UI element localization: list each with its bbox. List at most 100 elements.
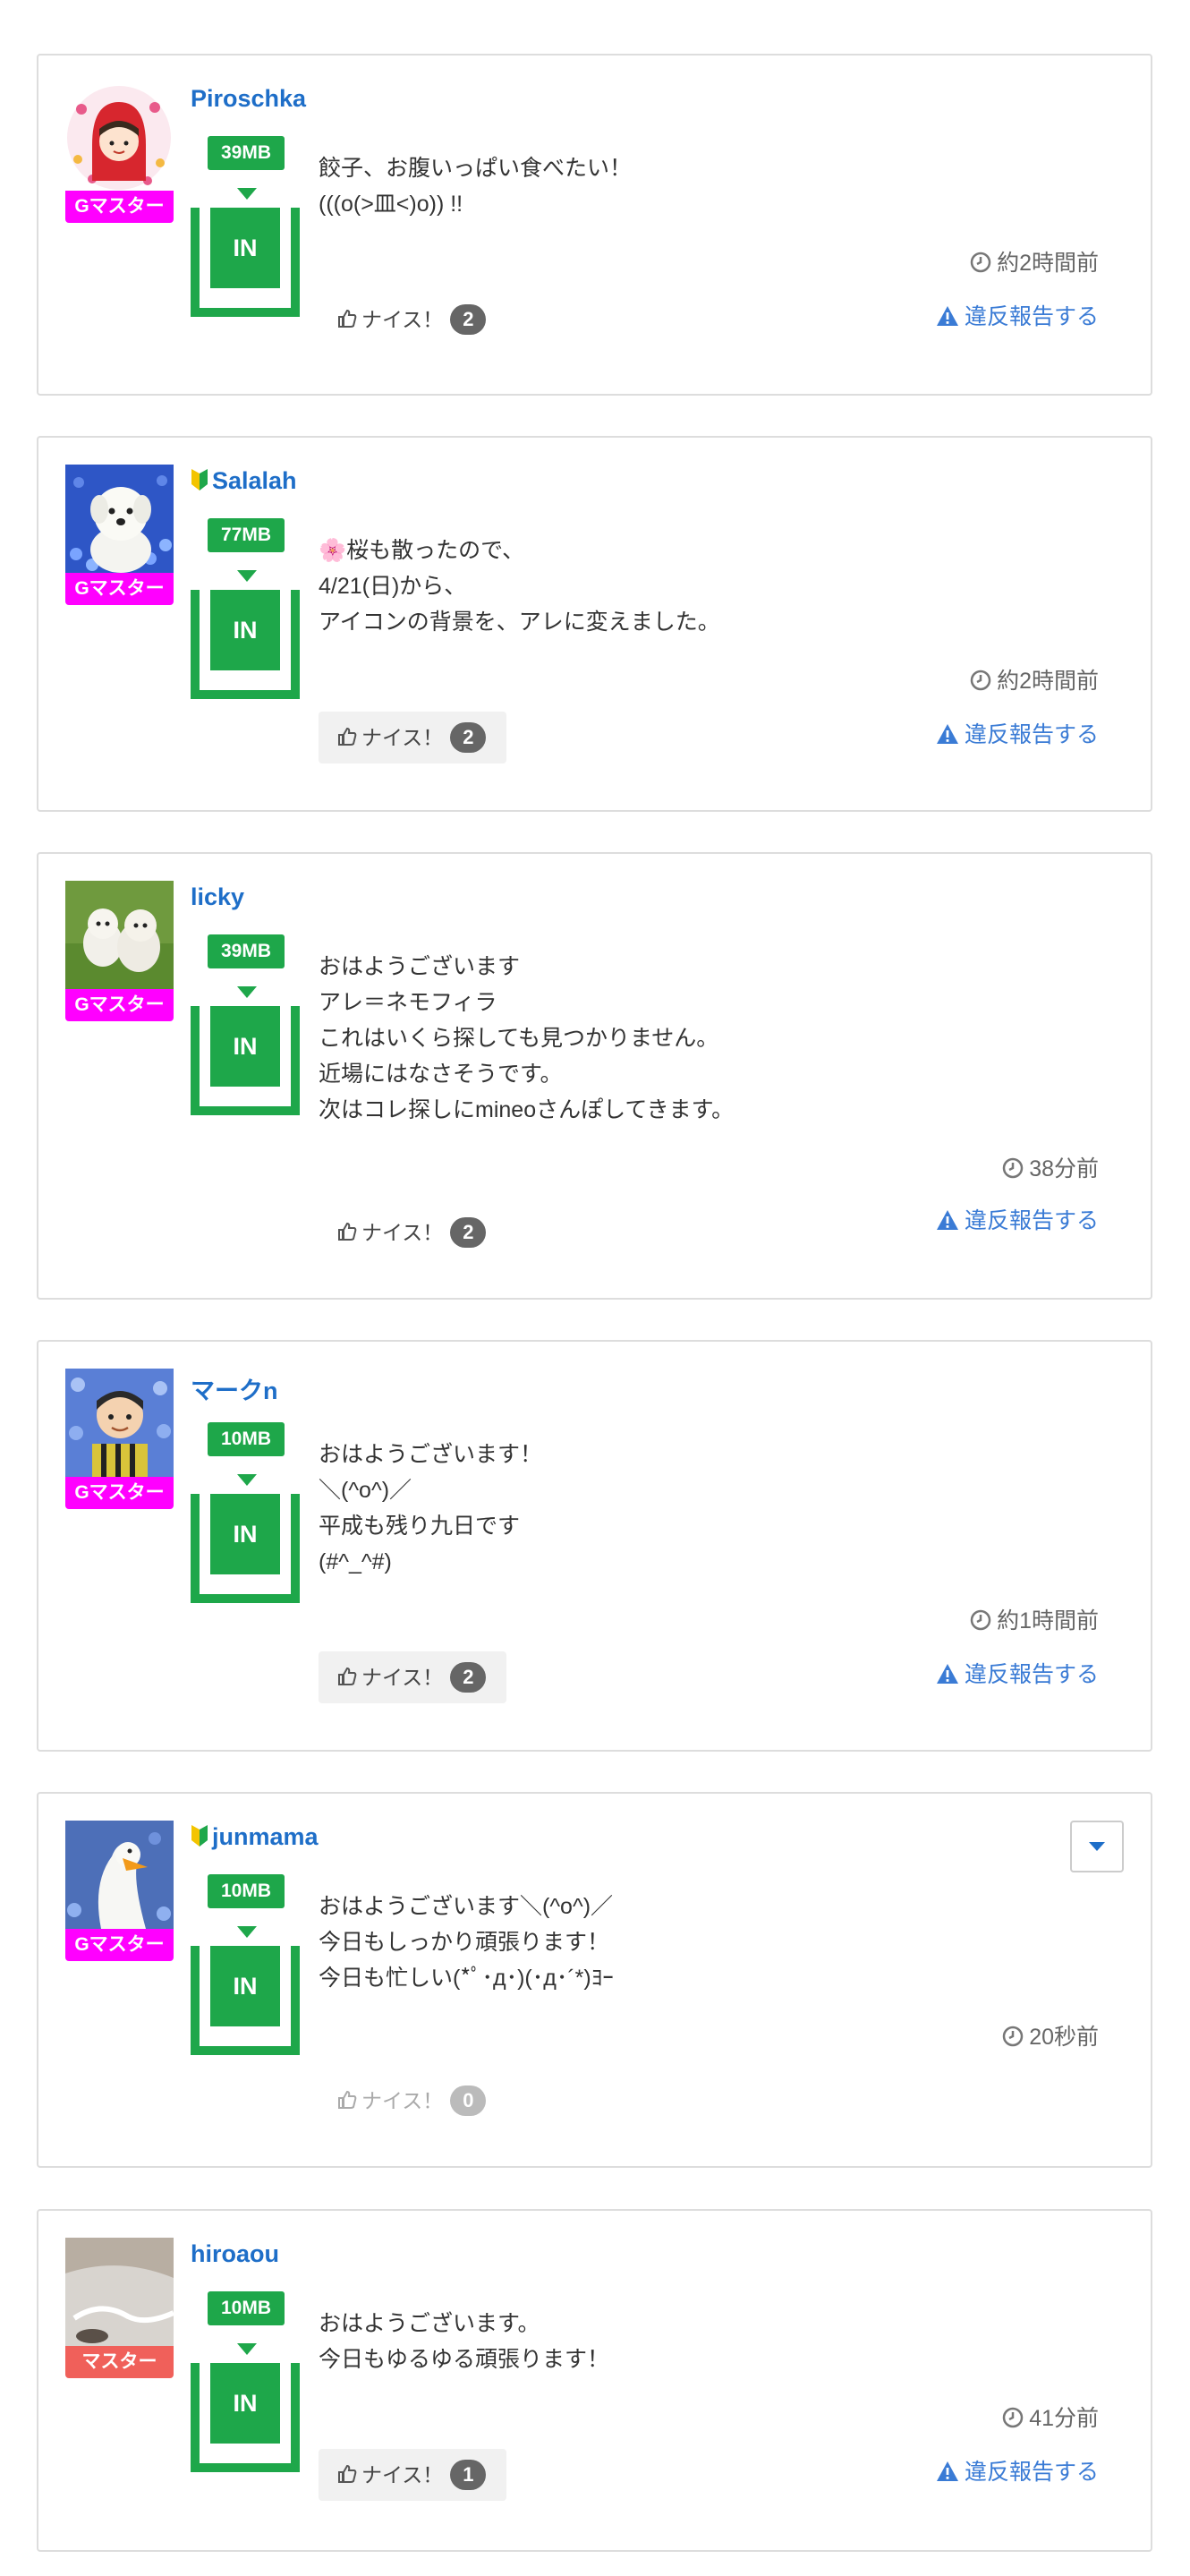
rank-badge: Gマスター <box>65 191 174 223</box>
data-size-tag: 10MB <box>208 2291 285 2325</box>
user-avatar[interactable] <box>65 465 174 573</box>
username-text[interactable]: マークn <box>191 1378 278 1404</box>
username-text[interactable]: Piroschka <box>191 85 306 112</box>
nice-label: ナイス！ <box>361 1666 444 1689</box>
report-text[interactable]: 違反報告する <box>965 722 1099 747</box>
nice-count: 2 <box>450 1662 487 1693</box>
nice-label: ナイス！ <box>361 726 444 749</box>
user-avatar[interactable] <box>65 881 174 989</box>
data-size-tag: 39MB <box>208 136 285 170</box>
post-time: 約2時間前 <box>970 245 1099 279</box>
arrow-down-icon <box>237 2343 257 2355</box>
user-avatar[interactable] <box>65 1821 174 1929</box>
report-link[interactable]: 違反報告する <box>936 2454 1099 2488</box>
username-link[interactable]: hiroaou <box>191 2240 279 2268</box>
post-card: Gマスター licky 39MB IN おはようございます アレ＝ネモフィラ こ… <box>37 852 1152 1300</box>
clock-icon <box>970 670 991 697</box>
report-link[interactable]: 違反報告する <box>936 1657 1099 1691</box>
arrow-down-icon <box>237 188 257 200</box>
post-card: マスター hiroaou 10MB IN おはようございます。 今日もゆるゆる頑… <box>37 2209 1152 2552</box>
post-card: Gマスター Salalah 77MB IN 🌸桜も散ったので、 4/21(日)か… <box>37 436 1152 812</box>
report-link[interactable]: 違反報告する <box>936 1203 1099 1237</box>
thumbs-up-icon <box>336 2452 358 2503</box>
nice-button[interactable]: ナイス！ 2 <box>319 712 506 763</box>
username-link[interactable]: junmama <box>191 1823 319 1854</box>
post-card: Gマスター マークn 10MB IN おはようございます！ ＼(^o^)／ 平成… <box>37 1340 1152 1752</box>
community-feed: Gマスター Piroschka 39MB IN 餃子、お腹いっぱい食べたい！ (… <box>0 0 1190 2576</box>
post-message: 餃子、お腹いっぱい食べたい！ (((o(>皿<)o)) !! <box>319 156 633 217</box>
username-text[interactable]: hiroaou <box>191 2240 279 2267</box>
report-text[interactable]: 違反報告する <box>965 2460 1099 2485</box>
time-text: 41分前 <box>1029 2406 1099 2431</box>
nice-button[interactable]: ナイス！ 2 <box>319 1207 506 1258</box>
time-text: 約1時間前 <box>997 1608 1099 1633</box>
post-time: 約2時間前 <box>970 663 1099 697</box>
post-message: おはようございます アレ＝ネモフィラ これはいくら探しても見つかりません。 近場… <box>319 954 735 1122</box>
warning-icon <box>936 1663 959 1691</box>
rank-badge: マスター <box>65 2346 174 2378</box>
in-indicator: IN <box>191 1494 300 1603</box>
user-avatar[interactable] <box>65 2238 174 2346</box>
post-time: 38分前 <box>1002 1151 1099 1185</box>
user-avatar[interactable] <box>65 82 174 191</box>
post-message: おはようございます！ ＼(^o^)／ 平成も残り九日です (#^_^#) <box>319 1442 543 1574</box>
post-menu-dropdown[interactable] <box>1070 1821 1124 1872</box>
username-text[interactable]: Salalah <box>212 467 297 494</box>
thumbs-up-icon <box>336 1209 358 1261</box>
username-link[interactable]: licky <box>191 883 244 911</box>
report-text[interactable]: 違反報告する <box>965 1662 1099 1687</box>
arrow-down-icon <box>237 986 257 998</box>
beginner-mark-icon <box>191 1824 208 1854</box>
nice-button[interactable]: ナイス！ 2 <box>319 294 506 345</box>
post-card: Gマスター Piroschka 39MB IN 餃子、お腹いっぱい食べたい！ (… <box>37 54 1152 396</box>
warning-icon <box>936 723 959 751</box>
post-message: おはようございます。 今日もゆるゆる頑張ります！ <box>319 2311 610 2372</box>
username-link[interactable]: マークn <box>191 1371 278 1406</box>
rank-badge: Gマスター <box>65 573 174 605</box>
post-time: 41分前 <box>1002 2401 1099 2435</box>
nice-count: 2 <box>450 304 487 335</box>
username-link[interactable]: Piroschka <box>191 85 306 113</box>
caret-down-icon <box>1089 1842 1105 1851</box>
post-message: おはようございます＼(^o^)／ 今日もしっかり頑張ります！ 今日も忙しい(*ﾟ… <box>319 1894 614 1991</box>
arrow-down-icon <box>237 1474 257 1486</box>
in-label: IN <box>210 208 280 288</box>
nice-label: ナイス！ <box>361 1221 444 1244</box>
thumbs-up-icon <box>336 714 358 766</box>
nice-label: ナイス！ <box>361 2463 444 2486</box>
clock-icon <box>970 252 991 279</box>
nice-button[interactable]: ナイス！ 2 <box>319 1651 506 1703</box>
data-size-tag: 10MB <box>208 1422 285 1456</box>
time-text: 約2時間前 <box>997 669 1099 694</box>
report-link[interactable]: 違反報告する <box>936 717 1099 751</box>
in-indicator: IN <box>191 208 300 317</box>
username-text[interactable]: junmama <box>212 1823 319 1850</box>
in-label: IN <box>210 590 280 670</box>
post-time: 20秒前 <box>1002 2019 1099 2053</box>
clock-icon <box>970 1609 991 1637</box>
report-link[interactable]: 違反報告する <box>936 299 1099 333</box>
warning-icon <box>936 1209 959 1237</box>
in-label: IN <box>210 1006 280 1087</box>
clock-icon <box>1002 2026 1024 2053</box>
in-indicator: IN <box>191 2363 300 2472</box>
report-text[interactable]: 違反報告する <box>965 1208 1099 1233</box>
report-text[interactable]: 違反報告する <box>965 304 1099 329</box>
nice-button[interactable]: ナイス！ 1 <box>319 2449 506 2501</box>
rank-badge: Gマスター <box>65 1929 174 1961</box>
rank-badge: Gマスター <box>65 989 174 1021</box>
nice-label: ナイス！ <box>361 308 444 331</box>
time-text: 38分前 <box>1029 1156 1099 1181</box>
rank-badge: Gマスター <box>65 1477 174 1509</box>
in-indicator: IN <box>191 1006 300 1115</box>
user-avatar[interactable] <box>65 1369 174 1477</box>
data-size-tag: 39MB <box>208 934 285 968</box>
username-link[interactable]: Salalah <box>191 467 297 498</box>
username-text[interactable]: licky <box>191 883 244 910</box>
arrow-down-icon <box>237 1926 257 1938</box>
time-text: 20秒前 <box>1029 2025 1099 2050</box>
warning-icon <box>936 2461 959 2488</box>
nice-button[interactable]: ナイス！ 0 <box>319 2075 506 2127</box>
beginner-mark-icon <box>191 468 208 498</box>
time-text: 約2時間前 <box>997 251 1099 276</box>
